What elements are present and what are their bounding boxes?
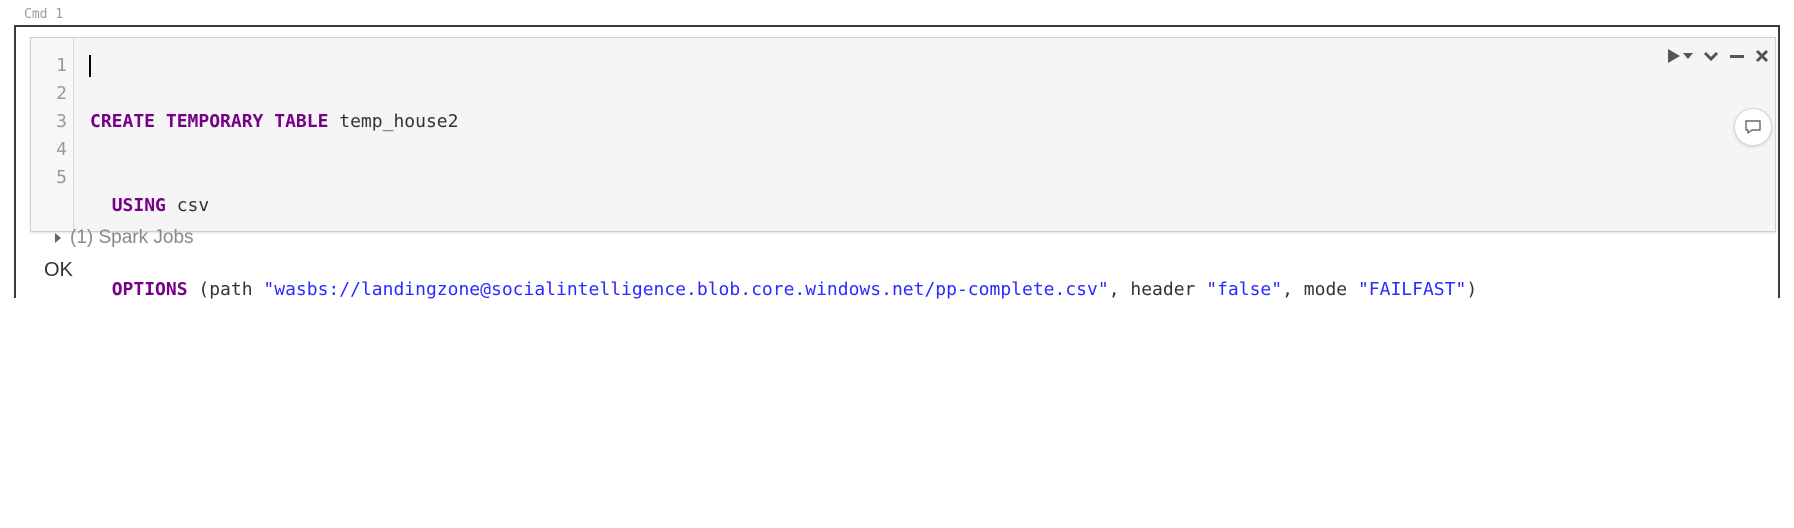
code-text: csv bbox=[165, 195, 210, 216]
code-line: OPTIONS (path "wasbs://landingzone@socia… bbox=[90, 276, 1477, 304]
line-number: 5 bbox=[56, 167, 67, 188]
code-line: CREATE TEMPORARY TABLE temp_house2 bbox=[90, 108, 1477, 136]
cmd-label: Cmd 1 bbox=[24, 7, 64, 22]
string-literal: "false" bbox=[1206, 279, 1283, 300]
code-content[interactable]: CREATE TEMPORARY TABLE temp_house2 USING… bbox=[90, 52, 1477, 528]
string-literal: "wasbs://landingzone@socialintelligence.… bbox=[263, 279, 1109, 300]
comment-button[interactable] bbox=[1734, 108, 1772, 146]
run-button[interactable] bbox=[1667, 48, 1693, 64]
delete-cell-button[interactable] bbox=[1755, 49, 1769, 63]
spark-jobs-toggle[interactable]: (1) Spark Jobs bbox=[54, 227, 194, 249]
line-number: 2 bbox=[56, 83, 67, 104]
minimize-icon bbox=[1730, 55, 1744, 58]
comment-icon bbox=[1745, 120, 1761, 134]
sql-keyword: OPTIONS bbox=[111, 279, 188, 300]
code-text: temp_house2 bbox=[328, 111, 459, 132]
code-text: ) bbox=[1466, 279, 1478, 300]
caret-right-icon bbox=[55, 233, 61, 243]
spark-jobs-label: (1) Spark Jobs bbox=[70, 227, 194, 248]
minimize-button[interactable] bbox=[1729, 50, 1745, 62]
string-literal: "FAILFAST" bbox=[1357, 279, 1467, 300]
line-number: 4 bbox=[56, 139, 67, 160]
cell-output: OK bbox=[44, 259, 73, 281]
run-icon bbox=[1668, 49, 1680, 63]
run-dropdown-icon bbox=[1683, 53, 1693, 59]
cell-toolbar bbox=[1667, 48, 1769, 64]
code-line: USING csv bbox=[90, 192, 1477, 220]
sql-keyword: CREATE TEMPORARY TABLE bbox=[90, 111, 329, 132]
line-number: 1 bbox=[56, 55, 67, 76]
code-text: , header bbox=[1108, 279, 1207, 300]
sql-keyword: USING bbox=[111, 195, 166, 216]
line-number: 3 bbox=[56, 111, 67, 132]
collapse-button[interactable] bbox=[1703, 50, 1719, 62]
line-number-gutter: 1 2 3 4 5 bbox=[31, 38, 74, 231]
collapse-icon bbox=[1703, 51, 1719, 62]
code-text: , mode bbox=[1282, 279, 1358, 300]
notebook-cell[interactable]: 1 2 3 4 5 CREATE TEMPORARY TABLE temp_ho… bbox=[14, 25, 1780, 300]
code-editor[interactable]: 1 2 3 4 5 CREATE TEMPORARY TABLE temp_ho… bbox=[30, 37, 1776, 300]
code-text: (path bbox=[187, 279, 264, 300]
close-icon bbox=[1755, 49, 1769, 63]
